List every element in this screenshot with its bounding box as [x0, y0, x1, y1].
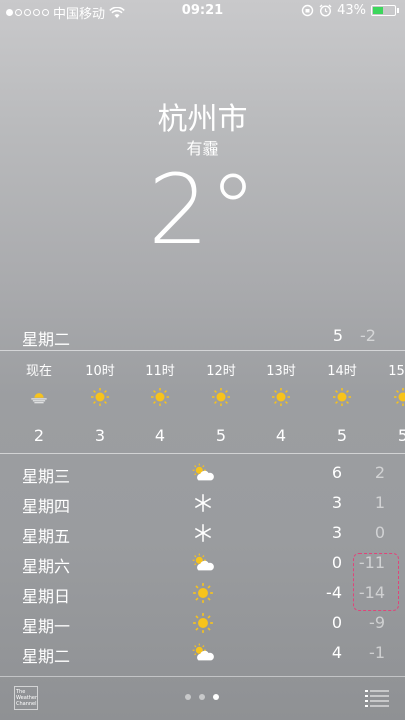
hour-label: 13时 — [266, 364, 296, 379]
status-bar: 中国移动 09:21 43% — [0, 0, 405, 22]
hour-label: 12时 — [206, 364, 236, 379]
today-high: 5 — [332, 326, 343, 345]
haze-icon — [29, 387, 49, 407]
hour-temperature: 5 — [378, 426, 405, 445]
hour-label: 15时 — [388, 364, 405, 379]
day-name: 星期二 — [22, 647, 71, 666]
day-high: 3 — [331, 493, 342, 512]
page-indicator[interactable] — [185, 694, 219, 700]
day-high: -4 — [326, 583, 342, 602]
status-right: 43% — [301, 3, 399, 18]
hour-column: 11时 4 — [135, 351, 185, 453]
daily-row: 星期五 3 0 — [0, 518, 405, 548]
hour-label: 10时 — [85, 364, 115, 379]
bottom-toolbar: The Weather Channel — [0, 676, 405, 720]
hour-temperature: 3 — [94, 426, 106, 445]
sun-icon — [150, 387, 170, 407]
battery-percent: 43% — [337, 3, 366, 18]
day-low: 1 — [374, 493, 385, 512]
current-temperature: 2° — [147, 154, 258, 266]
hour-label: 11时 — [145, 364, 175, 379]
sun-icon — [90, 387, 110, 407]
day-low: -9 — [369, 613, 385, 632]
alarm-icon — [319, 4, 332, 17]
hour-temperature: 4 — [154, 426, 166, 445]
daily-row: 星期二 4 -1 — [0, 638, 405, 668]
hour-temperature: 4 — [275, 426, 287, 445]
snow-icon — [191, 492, 215, 514]
hour-column: 12时 5 — [196, 351, 246, 453]
hour-column: 10时 3 — [75, 351, 125, 453]
daily-row: 星期日 -4 -14 — [0, 578, 405, 608]
battery-icon — [371, 5, 396, 16]
daily-row: 星期三 6 2 — [0, 458, 405, 488]
snow-icon — [191, 522, 215, 544]
battery-cap — [397, 8, 399, 13]
hour-label: 现在 — [25, 364, 52, 379]
day-name: 星期一 — [22, 617, 71, 636]
sun-icon — [332, 387, 352, 407]
daily-row: 星期四 3 1 — [0, 488, 405, 518]
day-high: 6 — [331, 463, 342, 482]
day-low: 2 — [374, 463, 385, 482]
sun-icon — [211, 387, 231, 407]
sun-icon — [393, 387, 405, 407]
page-dot[interactable] — [185, 694, 191, 700]
day-name: 星期日 — [22, 587, 71, 606]
weather-channel-logo[interactable]: The Weather Channel — [14, 686, 38, 710]
hourly-forecast[interactable]: 现在 2 10时 3 11时 4 12时 5 13时 4 14时 5 15时 5 — [0, 350, 405, 454]
hour-temperature: 2 — [33, 426, 45, 445]
day-name: 星期五 — [22, 527, 71, 546]
hour-label: 14时 — [327, 364, 357, 379]
sun-icon — [191, 612, 215, 634]
partly-cloudy-icon — [191, 462, 215, 484]
day-name: 星期三 — [22, 467, 71, 486]
hour-column: 13时 4 — [256, 351, 306, 453]
page-dot[interactable] — [213, 694, 219, 700]
hour-column: 15时 5 — [378, 351, 405, 453]
day-low: 0 — [374, 523, 385, 542]
day-low: -1 — [369, 643, 385, 662]
hour-temperature: 5 — [215, 426, 227, 445]
today-low: -2 — [360, 326, 376, 345]
today-day: 星期二 — [22, 330, 71, 349]
city-name: 杭州市 — [157, 102, 248, 137]
partly-cloudy-icon — [191, 642, 215, 664]
day-high: 4 — [331, 643, 342, 662]
day-high: 0 — [331, 553, 342, 572]
city-list-icon[interactable] — [365, 689, 389, 707]
day-high: 3 — [331, 523, 342, 542]
hour-column: 14时 5 — [317, 351, 367, 453]
daily-row: 星期一 0 -9 — [0, 608, 405, 638]
sun-icon — [271, 387, 291, 407]
sun-icon — [191, 582, 215, 604]
annotation-highlight — [353, 553, 399, 611]
hour-column: 现在 2 — [14, 351, 64, 453]
hour-temperature: 5 — [336, 426, 348, 445]
page-dot[interactable] — [199, 694, 205, 700]
day-name: 星期四 — [22, 497, 71, 516]
orientation-lock-icon — [301, 4, 314, 17]
day-name: 星期六 — [22, 557, 71, 576]
day-high: 0 — [331, 613, 342, 632]
today-summary: 星期二 5 -2 — [0, 323, 405, 349]
partly-cloudy-icon — [191, 552, 215, 574]
daily-row: 星期六 0 -11 — [0, 548, 405, 578]
